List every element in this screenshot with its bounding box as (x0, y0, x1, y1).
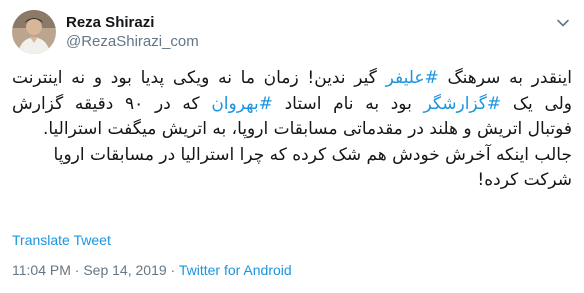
tweet-source-app[interactable]: Twitter for Android (179, 262, 292, 278)
tweet-card: Reza Shirazi @RezaShirazi_com اینقدر به … (0, 0, 584, 293)
tweet-date[interactable]: Sep 14, 2019 (83, 262, 166, 278)
meta-separator: · (74, 262, 80, 278)
author-names: Reza Shirazi @RezaShirazi_com (66, 13, 199, 51)
tweet-text-line: فوتبال اتریش و هلند در مقدماتی مسابقات ا… (12, 117, 572, 143)
hashtag-link[interactable]: #گزارشگر (423, 94, 501, 114)
tweet-text-segment: که در ۹۰ دقیقه گزارش (12, 93, 212, 114)
tweet-text-segment: شرکت کرده! (477, 170, 572, 190)
tweet-text-line: ولی یک #گزارشگر بود به نام استاد #بهروان… (12, 92, 572, 118)
author-display-name[interactable]: Reza Shirazi (66, 13, 199, 32)
tweet-text: اینقدر به سرهنگ #علیفر گیر ندین! زمان ما… (12, 66, 572, 194)
translate-tweet-link[interactable]: Translate Tweet (12, 232, 111, 248)
tweet-text-line: شرکت کرده! (12, 168, 572, 194)
tweet-header: Reza Shirazi @RezaShirazi_com (12, 10, 199, 54)
chevron-down-icon[interactable] (556, 16, 570, 30)
tweet-text-line: جالب اینکه آخرش خودش هم شک کرده که چرا ا… (12, 143, 572, 169)
hashtag-link[interactable]: #علیفر (386, 68, 439, 88)
tweet-text-segment: بود به نام استاد (272, 93, 424, 114)
tweet-text-line: اینقدر به سرهنگ #علیفر گیر ندین! زمان ما… (12, 66, 572, 92)
meta-separator: · (170, 262, 176, 278)
tweet-text-segment: گیر ندین! زمان ما نه ویکی پدیا بود و نه … (12, 68, 386, 88)
avatar[interactable] (12, 10, 56, 54)
tweet-time[interactable]: 11:04 PM (12, 262, 71, 278)
tweet-metadata: 11:04 PM · Sep 14, 2019 · Twitter for An… (12, 262, 292, 278)
tweet-text-segment: ولی یک (501, 93, 572, 114)
tweet-text-segment: جالب اینکه آخرش خودش هم شک کرده که چرا ا… (53, 144, 572, 165)
tweet-text-segment: فوتبال اتریش و هلند در مقدماتی مسابقات ا… (42, 119, 572, 139)
tweet-text-segment: اینقدر به سرهنگ (438, 68, 572, 88)
hashtag-link[interactable]: #بهروان (211, 94, 273, 114)
author-handle[interactable]: @RezaShirazi_com (66, 32, 199, 51)
